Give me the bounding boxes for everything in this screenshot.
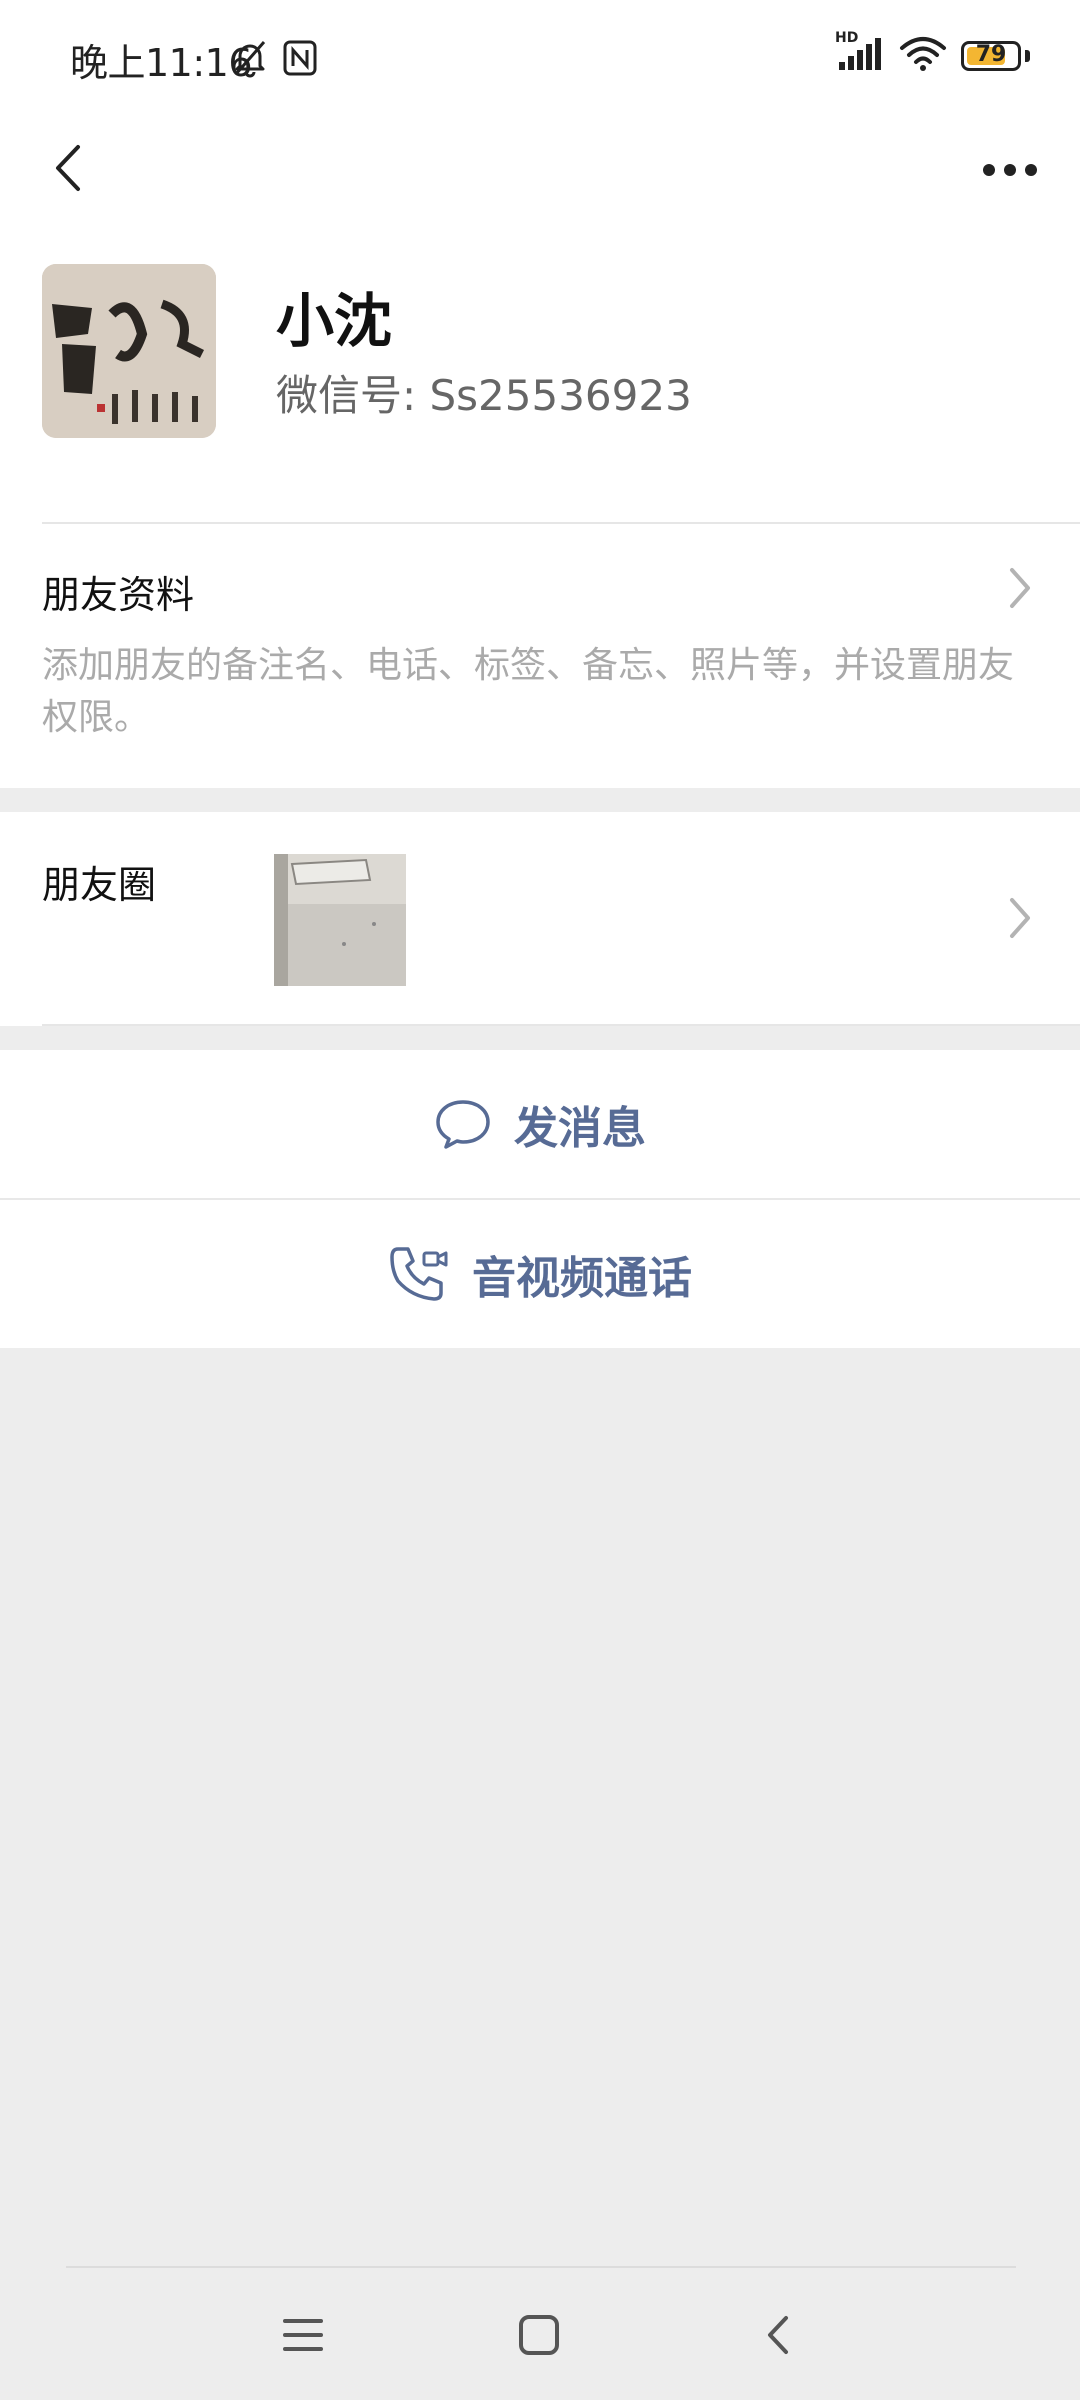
phone-video-icon xyxy=(390,1247,448,1301)
moments-thumbnail[interactable] xyxy=(274,854,406,986)
battery-level: 79 xyxy=(975,42,1007,67)
moments-row[interactable]: 朋友圈 xyxy=(0,812,1080,1026)
moments-title: 朋友圈 xyxy=(42,863,157,907)
menu-icon xyxy=(283,2319,323,2351)
chat-bubble-icon xyxy=(436,1100,490,1149)
home-square-icon xyxy=(519,2315,559,2355)
friend-info-title: 朋友资料 xyxy=(42,573,195,617)
back-arrow-icon xyxy=(56,145,80,191)
battery-icon: 79 xyxy=(961,41,1021,71)
status-time: 晚上11:16 xyxy=(70,41,253,85)
divider xyxy=(42,1024,1080,1026)
friend-info-description: 添加朋友的备注名、电话、标签、备忘、照片等，并设置朋友权限。 xyxy=(42,645,1015,738)
recents-button[interactable] xyxy=(258,2290,348,2380)
system-back-button[interactable] xyxy=(732,2290,822,2380)
home-button[interactable] xyxy=(494,2290,584,2380)
bell-off-icon xyxy=(232,38,268,82)
status-bar: 晚上11:16 HD 79 xyxy=(0,0,1080,118)
friend-info-row[interactable]: 朋友资料 添加朋友的备注名、电话、标签、备忘、照片等，并设置朋友权限。 xyxy=(0,524,1080,788)
chevron-right-icon xyxy=(1010,898,1030,938)
chevron-right-icon xyxy=(1010,568,1030,608)
voice-video-call-label: 音视频通话 xyxy=(472,1253,692,1304)
contact-name: 小沈 xyxy=(276,287,393,355)
send-message-button[interactable]: 发消息 xyxy=(0,1050,1080,1198)
nfc-icon xyxy=(282,38,318,82)
wechat-id: 微信号: Ss25536923 xyxy=(276,371,692,420)
status-right-icons: HD 79 xyxy=(835,30,1030,76)
voice-video-call-button[interactable]: 音视频通话 xyxy=(0,1200,1080,1348)
network-label: HD xyxy=(835,30,859,46)
more-options-button[interactable] xyxy=(970,130,1050,210)
send-message-label: 发消息 xyxy=(514,1103,646,1154)
wifi-icon xyxy=(899,36,947,76)
more-dots-icon xyxy=(983,164,1037,176)
back-button[interactable] xyxy=(28,128,108,208)
signal-icon: HD xyxy=(835,30,885,76)
avatar[interactable] xyxy=(42,264,216,438)
back-triangle-icon xyxy=(768,2316,788,2354)
profile-card: 小沈 微信号: Ss25536923 xyxy=(0,238,1080,524)
nav-divider xyxy=(66,2266,1016,2268)
header-bar xyxy=(0,118,1080,238)
status-left-icons xyxy=(232,38,318,82)
